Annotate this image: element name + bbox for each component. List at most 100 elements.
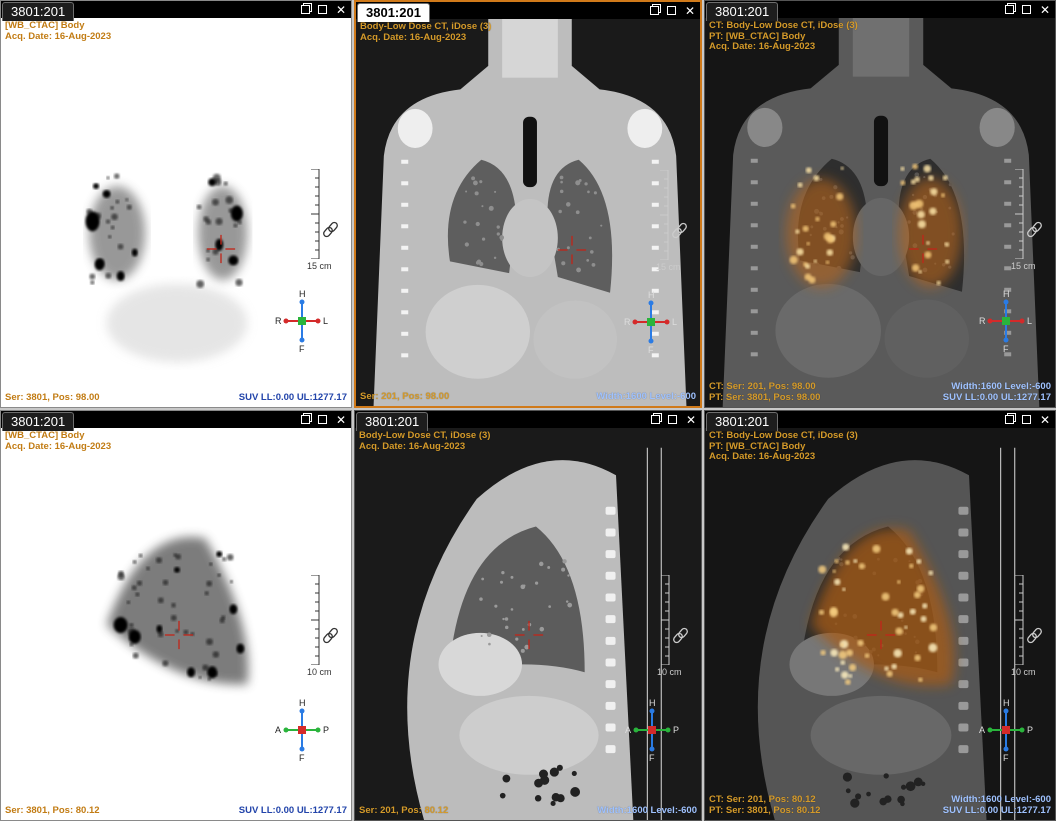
restore-icon[interactable] [1005,415,1014,424]
series-info: [WB_CTAC] Body Acq. Date: 16-Aug-2023 [5,20,112,42]
maximize-icon[interactable] [1022,415,1031,424]
orientation-compass: H F A P [625,698,680,763]
scale-label: 15 cm [656,262,681,272]
series-info-line: Acq. Date: 16-Aug-2023 [709,451,816,462]
compass-label-top: H [648,290,655,300]
window-level-line: SUV LL:0.00 UL:1277.17 [238,804,347,816]
viewport-pet-coronal[interactable]: 3801:201 ✕ [WB_CTAC] Body Acq. Date: 16-Aug… [0,0,352,408]
compass-label-left: R [624,317,631,327]
crosshair-cursor[interactable] [514,620,544,650]
window-controls: ✕ [301,1,347,18]
close-icon[interactable]: ✕ [685,414,697,426]
position-info-line: PT: Ser: 3801, Pos: 80.12 [709,804,821,816]
maximize-icon[interactable] [668,415,677,424]
position-info-line: CT: Ser: 201, Pos: 80.12 [709,794,816,805]
distance-scale-bar: 10 cm [657,575,691,680]
window-level-line: SUV LL:0.00 UL:1277.17 [942,391,1051,403]
compass-label-right: P [673,725,680,735]
window-controls: ✕ [650,2,696,19]
compass-label-top: H [649,698,656,708]
crosshair-cursor[interactable] [557,235,587,265]
link-icon [673,627,688,644]
maximize-icon[interactable] [318,415,327,424]
window-level-info: Width:1600 Level:-600 [597,805,697,817]
viewport-tab[interactable]: 3801:201 [356,412,429,431]
series-info: [WB_CTAC] Body Acq. Date: 16-Aug-2023 [5,430,112,452]
series-info-line: Acq. Date: 16-Aug-2023 [5,440,112,452]
compass-label-bottom: F [1003,753,1009,763]
scale-label: 15 cm [1011,261,1036,271]
maximize-icon[interactable] [667,6,676,15]
position-info-line: Ser: 3801, Pos: 98.00 [5,391,100,403]
position-info: CT: Ser: 201, Pos: 80.12 PT: Ser: 3801, P… [709,794,821,816]
window-controls: ✕ [1005,411,1051,428]
series-info-line: Body-Low Dose CT, iDose (3) [359,430,491,441]
window-level-line: Width:1600 Level:-600 [596,390,696,402]
position-info: Ser: 3801, Pos: 98.00 [5,391,100,404]
series-info-line: Body-Low Dose CT, iDose (3) [360,21,492,32]
position-info: CT: Ser: 201, Pos: 98.00 PT: Ser: 3801, P… [709,381,820,403]
window-level-info: SUV LL:0.00 UL:1277.17 [239,392,347,404]
crosshair-cursor[interactable] [164,620,194,650]
window-level-line: Width:1600 Level:-600 [951,794,1051,805]
restore-icon[interactable] [301,5,310,14]
position-info: Ser: 3801, Pos: 80.12 [5,804,100,817]
viewport-tab[interactable]: 3801:201 [706,2,779,21]
crosshair-cursor[interactable] [866,620,896,650]
viewport-tab[interactable]: 3801:201 [2,2,75,21]
window-level-info: Width:1600 Level:-600 [596,390,696,403]
close-icon[interactable]: ✕ [1039,414,1051,426]
compass-label-bottom: F [1003,344,1009,354]
close-icon[interactable]: ✕ [335,414,347,426]
scale-label: 15 cm [307,261,332,271]
restore-icon[interactable] [1005,5,1014,14]
window-level-info: Width:1600 Level:-600 SUV LL:0.00 UL:1277… [942,794,1051,816]
window-controls: ✕ [1005,1,1051,18]
crosshair-cursor[interactable] [206,234,236,264]
series-info-line: CT: Body-Low Dose CT, iDose (3) [709,20,858,31]
close-icon[interactable]: ✕ [684,5,696,17]
viewport-tab[interactable]: 3801:201 [2,412,75,431]
viewport-tab[interactable]: 3801:201 [706,412,779,431]
crosshair-cursor[interactable] [908,234,938,264]
close-icon[interactable]: ✕ [335,4,347,16]
viewport-pet-sagittal[interactable]: 3801:201 ✕ [WB_CTAC] Body Acq. Date: 16-Aug… [0,410,352,821]
series-info-line: CT: Body-Low Dose CT, iDose (3) [709,430,858,441]
compass-label-bottom: F [649,753,655,763]
compass-label-right: L [1027,316,1033,326]
compass-label-top: H [1003,289,1010,299]
series-info-line: Acq. Date: 16-Aug-2023 [709,41,816,52]
compass-label-left: R [275,316,282,326]
series-info: CT: Body-Low Dose CT, iDose (3) PT: [WB_C… [709,430,858,463]
maximize-icon[interactable] [318,5,327,14]
orientation-compass: H F A P [979,698,1033,763]
distance-scale-bar: 15 cm [656,170,690,275]
viewport-tab[interactable]: 3801:201 [357,3,430,22]
window-level-line: SUV LL:0.00 UL:1277.17 [942,804,1051,816]
orientation-compass: H F A P [275,698,329,763]
series-info: CT: Body-Low Dose CT, iDose (3) PT: [WB_C… [709,20,858,53]
viewport-ct-coronal[interactable]: 3801:201 ✕ Body-Low Dose CT, iDose (3) Acq.… [354,0,702,408]
restore-icon[interactable] [650,6,659,15]
position-info-line: Ser: 3801, Pos: 80.12 [5,804,100,816]
viewport-fus-sagittal[interactable]: 3801:201 ✕ CT: Body-Low Dose CT, iDose (3)… [704,410,1056,821]
viewport-fus-coronal[interactable]: 3801:201 ✕ CT: Body-Low Dose CT, iDose (3)… [704,0,1056,408]
restore-icon[interactable] [651,415,660,424]
scale-label: 10 cm [657,667,682,677]
close-icon[interactable]: ✕ [1039,4,1051,16]
window-level-info: Width:1600 Level:-600 SUV LL:0.00 UL:1277… [942,381,1051,403]
orientation-compass: H F R L [624,290,678,355]
scale-label: 10 cm [307,667,332,677]
compass-label-left: R [979,316,986,326]
compass-label-top: H [1003,698,1010,708]
viewer-grid: 3801:201 ✕ [WB_CTAC] Body Acq. Date: 16-Aug… [0,0,1056,821]
maximize-icon[interactable] [1022,5,1031,14]
orientation-compass: H F R L [275,289,329,354]
series-info-line: [WB_CTAC] Body [5,430,85,441]
restore-icon[interactable] [301,415,310,424]
series-info-line: Acq. Date: 16-Aug-2023 [5,30,112,42]
viewport-ct-sagittal[interactable]: 3801:201 ✕ Body-Low Dose CT, iDose (3) Acq.… [354,410,702,821]
compass-label-right: L [672,317,678,327]
compass-label-bottom: F [299,753,305,763]
window-controls: ✕ [651,411,697,428]
